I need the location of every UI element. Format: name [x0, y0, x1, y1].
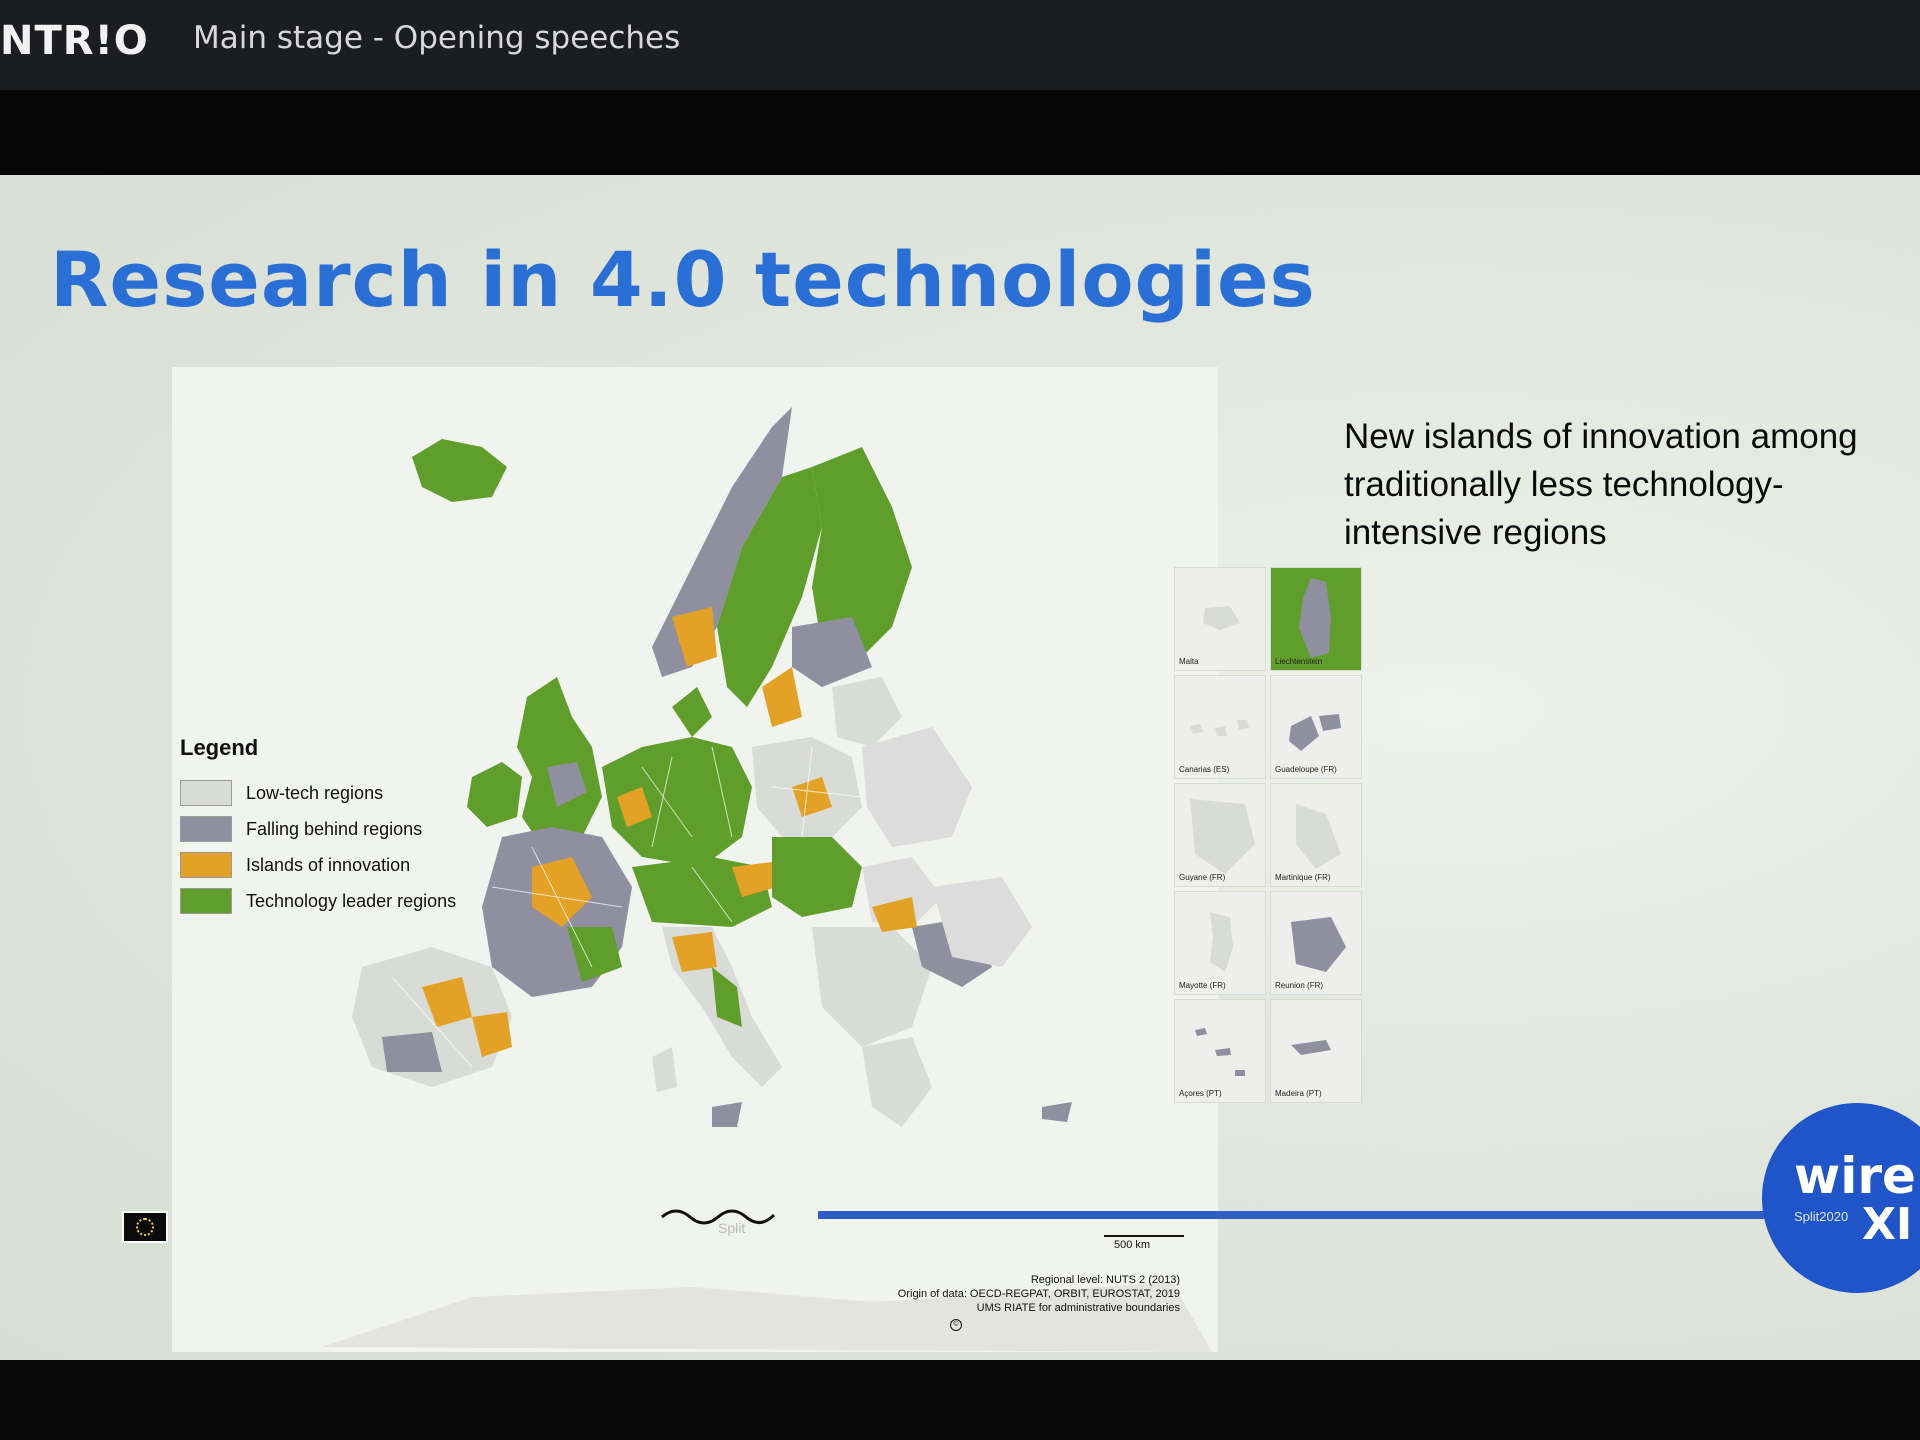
inset-label: Reunion (FR) [1275, 981, 1324, 990]
inset-malta: Malta [1174, 567, 1266, 671]
badge-wire-text: wire [1794, 1147, 1916, 1205]
logo: NTR!O [0, 18, 149, 64]
inset-martinique: Martinique (FR) [1270, 783, 1362, 887]
legend-item: Islands of innovation [180, 847, 456, 883]
inset-label: Guadeloupe (FR) [1275, 765, 1337, 774]
inset-label: Martinique (FR) [1275, 873, 1331, 882]
split-logo-text: Split [718, 1220, 745, 1236]
inset-reunion: Reunion (FR) [1270, 891, 1362, 995]
legend-label: Low-tech regions [246, 782, 384, 803]
eu-flag-icon [122, 1211, 168, 1243]
legend-title: Legend [180, 735, 259, 760]
slide-title: Research in 4.0 technologies [50, 235, 1316, 324]
inset-label: Madeira (PT) [1275, 1089, 1322, 1098]
video-letterbox-bottom [0, 1360, 1920, 1440]
map-source-notes: Regional level: NUTS 2 (2013) Origin of … [870, 1273, 1180, 1315]
presentation-slide: Research in 4.0 technologies Malta Liech… [0, 175, 1920, 1360]
video-letterbox-top [0, 90, 1920, 175]
source-line: Origin of data: OECD-REGPAT, ORBIT, EURO… [897, 1288, 1180, 1300]
legend-swatch-technology-leader [180, 888, 232, 914]
slide-side-text: New islands of innovation among traditio… [1344, 417, 1858, 552]
legend-label: Falling behind regions [246, 818, 423, 839]
legend-label: Islands of innovation [246, 854, 411, 875]
legend-label: Technology leader regions [246, 890, 457, 911]
inset-guadeloupe: Guadeloupe (FR) [1270, 675, 1362, 779]
accent-line [818, 1211, 1768, 1219]
header-bar: NTR!O Main stage - Opening speeches [0, 0, 1920, 90]
legend-item: Technology leader regions [180, 883, 456, 919]
source-line: UMS RIATE for administrative boundaries [976, 1302, 1180, 1314]
inset-acores: Açores (PT) [1174, 999, 1266, 1103]
inset-label: Mayotte (FR) [1179, 981, 1226, 990]
legend-item: Low-tech regions [180, 775, 456, 811]
wave-icon: Split [661, 1209, 776, 1236]
inset-label: Açores (PT) [1179, 1089, 1222, 1098]
stage-title: Main stage - Opening speeches [193, 20, 681, 56]
inset-canarias: Canarias (ES) [1174, 675, 1266, 779]
legend-swatch-falling-behind [180, 816, 232, 842]
inset-label: Guyane (FR) [1179, 873, 1226, 882]
overseas-insets: Malta Liechtenstein Canarias (ES) Guadel… [1174, 567, 1364, 1107]
source-line: Regional level: NUTS 2 (2013) [1030, 1274, 1180, 1286]
scale-bar [1104, 1235, 1184, 1237]
inset-mayotte: Mayotte (FR) [1174, 891, 1266, 995]
inset-label: Canarias (ES) [1179, 765, 1230, 774]
inset-label: Liechtenstein [1275, 657, 1323, 666]
inset-guyane: Guyane (FR) [1174, 783, 1266, 887]
badge-split-text: Split2020 [1794, 1209, 1849, 1224]
badge-numeral: XI [1862, 1199, 1913, 1250]
scale-label: 500 km [1114, 1239, 1151, 1251]
legend-swatch-islands [180, 852, 232, 878]
inset-madeira: Madeira (PT) [1270, 999, 1362, 1103]
inset-label: Malta [1179, 657, 1199, 666]
split-logo: Split [658, 1197, 778, 1242]
legend-swatch-low-tech [180, 780, 232, 806]
eu-stars-icon [136, 1218, 154, 1236]
legend-item: Falling behind regions [180, 811, 456, 847]
wire-xi-badge: wire Split2020 XI [1762, 1103, 1920, 1293]
map-legend: Legend Low-tech regions Falling behind r… [180, 735, 456, 919]
copyright-icon: © [950, 1319, 962, 1331]
inset-liechtenstein: Liechtenstein [1270, 567, 1362, 671]
